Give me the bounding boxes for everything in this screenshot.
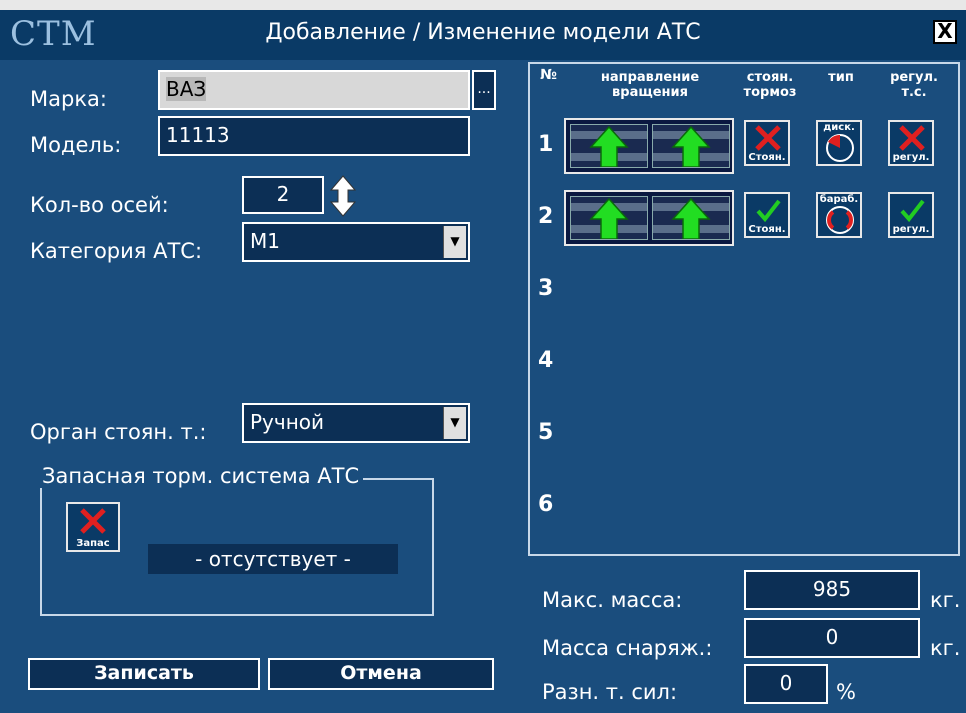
category-label: Категория АТС: (30, 239, 203, 263)
brand-browse-button[interactable]: ... (472, 70, 496, 110)
header-parking-line2: тормоз (743, 85, 797, 100)
up-arrow-icon (671, 197, 711, 239)
reserve-toggle[interactable]: Запас (66, 502, 120, 552)
brake-type-row-2[interactable]: бараб. (816, 192, 862, 238)
brand-field[interactable]: ВАЗ (158, 70, 470, 110)
parking-toggle-row-2[interactable]: Стоян. (744, 192, 790, 238)
chevron-down-icon[interactable] (443, 226, 466, 258)
save-button[interactable]: Записать (28, 658, 260, 690)
drum-brake-icon (826, 206, 854, 234)
max-mass-field[interactable]: 985 (744, 570, 920, 610)
parking-caption-row-1: Стоян. (748, 152, 786, 163)
chevron-down-icon[interactable] (443, 407, 466, 439)
axles-field[interactable]: 2 (242, 176, 324, 214)
cross-icon (899, 125, 925, 151)
parking-value: Ручной (250, 410, 325, 434)
row-num-4: 4 (538, 348, 554, 373)
brand-label: Марка: (30, 87, 107, 111)
adjust-toggle-row-1[interactable]: регул. (888, 120, 934, 166)
axle-table: № направление вращения стоян. тормоз тип… (528, 62, 960, 556)
title-bar: СТМ Добавление / Изменение модели АТС X (0, 0, 966, 60)
adjust-caption-row-2: регул. (892, 224, 930, 235)
reserve-group-title: Запасная торм. система АТС (38, 464, 364, 488)
diff-field[interactable]: 0 (744, 664, 828, 704)
disc-brake-icon (826, 134, 854, 162)
up-arrow-icon (671, 125, 711, 167)
header-rotation-line2: вращения (612, 85, 688, 100)
curb-mass-label: Масса снаряж.: (542, 636, 713, 660)
header-rotation: направление вращения (570, 70, 730, 100)
adjust-toggle-row-2[interactable]: регул. (888, 192, 934, 238)
rotation-control-row-1[interactable] (564, 118, 734, 174)
max-mass-unit: кг. (930, 588, 961, 612)
header-type: тип (828, 70, 854, 85)
parking-caption-row-2: Стоян. (748, 224, 786, 235)
rotation-left-row-2[interactable] (570, 196, 648, 240)
window-title: Добавление / Изменение модели АТС (265, 20, 701, 45)
brand-value: ВАЗ (166, 77, 207, 101)
check-icon (756, 199, 781, 223)
header-parking-line1: стоян. (746, 70, 794, 85)
dialog-window: СТМ Добавление / Изменение модели АТС X … (0, 0, 966, 713)
curb-mass-unit: кг. (930, 636, 961, 660)
check-icon (900, 199, 925, 223)
category-select[interactable]: M1 (242, 222, 470, 262)
rotation-right-row-1[interactable] (652, 124, 730, 168)
parking-toggle-row-1[interactable]: Стоян. (744, 120, 790, 166)
row-num-3: 3 (538, 276, 554, 301)
adjust-caption-row-1: регул. (892, 152, 930, 163)
cancel-button[interactable]: Отмена (268, 658, 494, 690)
row-num-1: 1 (538, 132, 554, 157)
rotation-left-row-1[interactable] (570, 124, 648, 168)
parking-label: Орган стоян. т.: (30, 420, 207, 444)
brake-type-row-1[interactable]: диск. (816, 120, 862, 166)
reserve-status: - отсутствует - (148, 544, 398, 574)
top-stripe (0, 0, 966, 10)
reserve-icon-caption: Запас (76, 538, 110, 549)
header-num: № (540, 67, 557, 83)
axles-label: Кол-во осей: (30, 193, 169, 217)
curb-mass-field[interactable]: 0 (744, 618, 920, 658)
cross-icon (755, 125, 781, 151)
model-label: Модель: (30, 133, 122, 157)
up-arrow-icon (589, 197, 629, 239)
header-adjust: регул. т.с. (884, 70, 944, 100)
parking-select[interactable]: Ручной (242, 403, 470, 443)
header-adjust-line2: т.с. (901, 85, 927, 100)
diff-label: Разн. т. сил: (542, 680, 678, 704)
cross-icon (80, 508, 106, 534)
max-mass-label: Макс. масса: (542, 588, 683, 612)
header-rotation-line1: направление (600, 70, 700, 85)
row-num-5: 5 (538, 420, 554, 445)
row-num-2: 2 (538, 204, 554, 229)
model-field[interactable]: 11113 (158, 116, 470, 156)
diff-unit: % (836, 680, 856, 704)
up-arrow-icon (589, 125, 629, 167)
rotation-control-row-2[interactable] (564, 190, 734, 246)
row-num-6: 6 (538, 492, 554, 517)
header-parking: стоян. тормоз (740, 70, 800, 100)
close-button[interactable]: X (933, 20, 957, 44)
rotation-right-row-2[interactable] (652, 196, 730, 240)
axles-stepper-icon[interactable] (328, 174, 358, 218)
header-adjust-line1: регул. (890, 70, 938, 85)
category-value: M1 (250, 229, 280, 253)
